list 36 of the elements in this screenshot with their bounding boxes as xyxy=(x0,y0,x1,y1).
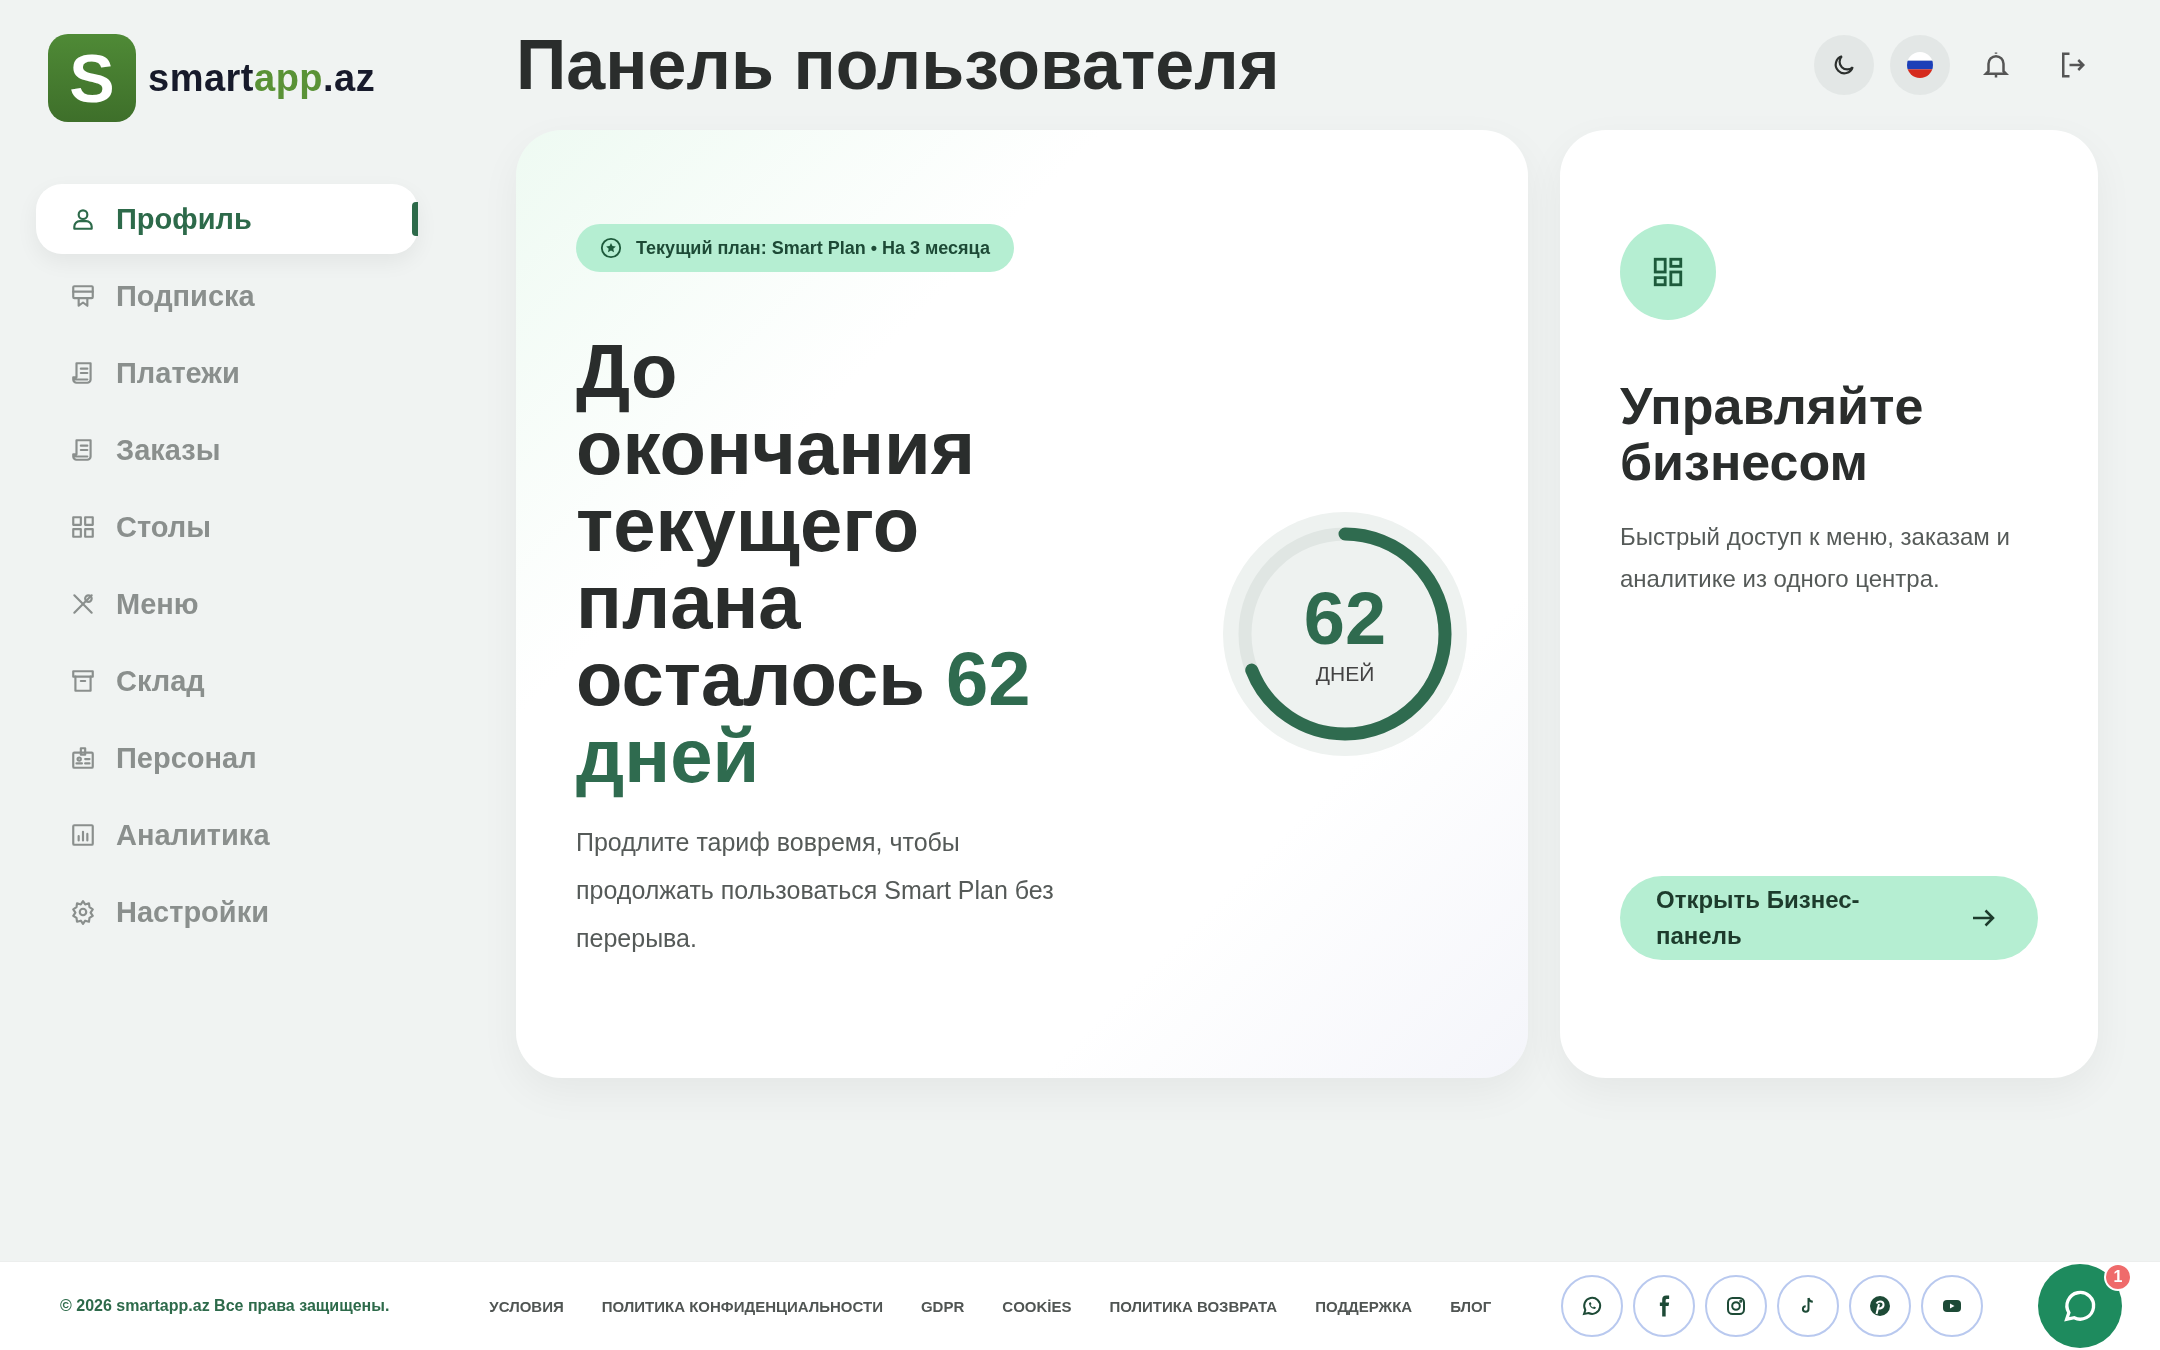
plan-description: Продлите тариф вовремя, чтобы продолжать пользоваться Smart Plan без перерыва. xyxy=(576,827,1055,954)
footer-link[interactable]: ПОДДЕРЖКА xyxy=(1315,1297,1413,1315)
chart-icon xyxy=(70,822,96,848)
logo-icon: S xyxy=(48,34,136,122)
archive-icon xyxy=(70,668,96,694)
flag-icon xyxy=(1907,52,1933,78)
page-title: Панель пользователя xyxy=(516,25,1280,105)
plan-badge-text: Текущий план: Smart Plan • На 3 месяца xyxy=(636,237,990,259)
logo-text: smartapp.az xyxy=(148,56,376,100)
active-indicator xyxy=(412,202,418,236)
footer-link[interactable]: COOKİES xyxy=(1002,1297,1072,1315)
footer-link[interactable]: ПОЛИТИКА КОНФИДЕНЦИАЛЬНОСТИ xyxy=(601,1297,883,1315)
open-business-panel-button[interactable]: Открыть Бизнес-панель xyxy=(1620,876,2038,960)
days-value: 62 xyxy=(1303,582,1387,656)
social-link[interactable] xyxy=(1633,1275,1696,1337)
business-description: Быстрый доступ к меню, заказам и аналитике из одного центра. xyxy=(1620,522,2011,594)
badge-icon xyxy=(70,745,96,771)
grid-icon xyxy=(70,514,96,540)
social-link[interactable] xyxy=(1921,1275,1984,1337)
sidebar-item[interactable]: Профиль xyxy=(36,184,418,254)
facebook-icon xyxy=(1658,1295,1670,1317)
footer-link[interactable]: GDPR xyxy=(920,1297,965,1315)
social-link[interactable] xyxy=(1705,1275,1768,1337)
copyright-text: © 2026 smartapp.az Все права защищены. xyxy=(60,1297,390,1315)
cutlery-icon xyxy=(70,591,96,617)
business-heading: Управляйте бизнесом xyxy=(1620,378,1925,490)
days-label: ДНЕЙ xyxy=(1315,662,1375,686)
social-link[interactable] xyxy=(1561,1275,1624,1337)
user-icon xyxy=(70,206,96,232)
bell-icon xyxy=(1981,50,2011,80)
social-link[interactable] xyxy=(1849,1275,1912,1337)
gear-icon xyxy=(70,899,96,925)
footer-link[interactable]: УСЛОВИЯ xyxy=(489,1297,564,1315)
footer-link[interactable]: ПОЛИТИКА ВОЗВРАТА xyxy=(1109,1297,1278,1315)
pinterest-icon xyxy=(1868,1294,1893,1318)
footer-link[interactable]: БЛОГ xyxy=(1450,1297,1492,1315)
